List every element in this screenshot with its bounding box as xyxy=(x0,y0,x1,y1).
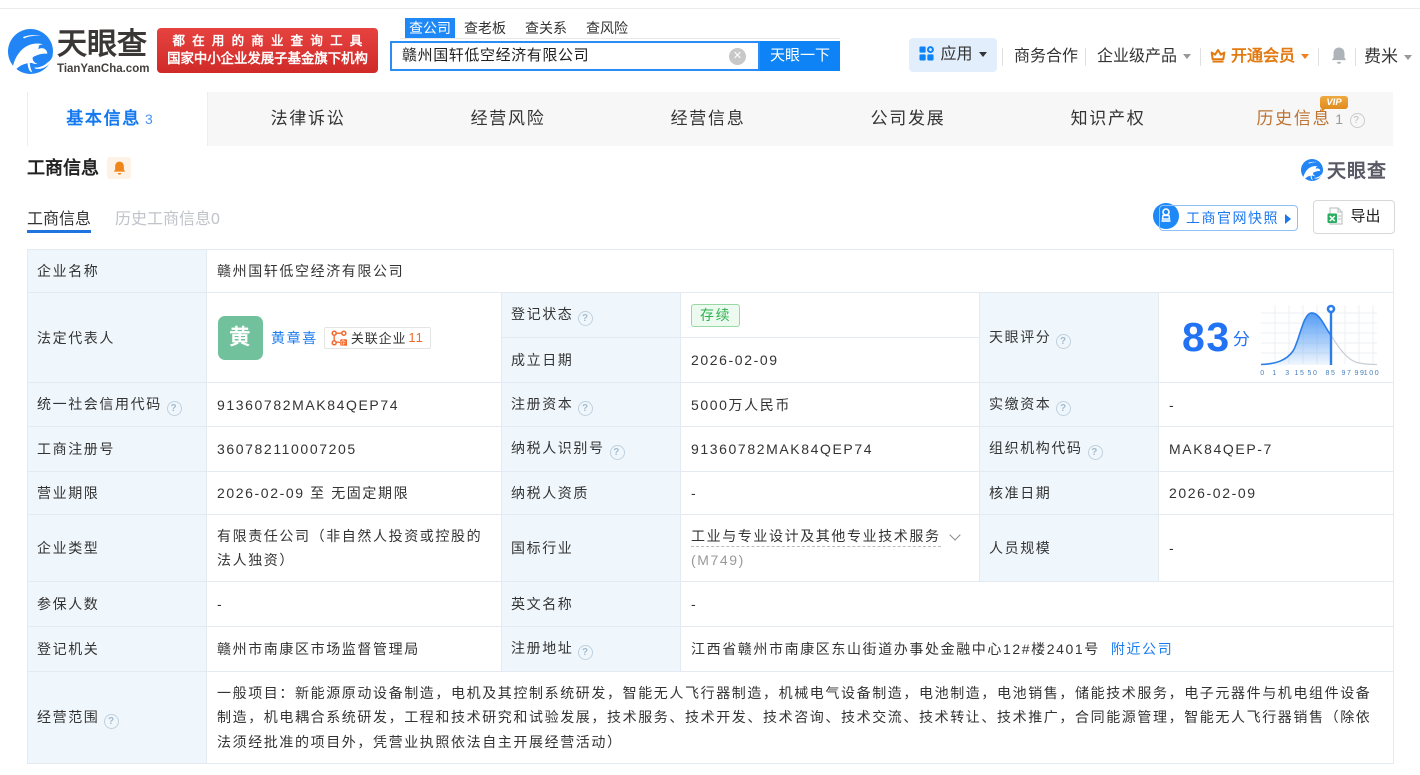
svg-text:3: 3 xyxy=(1285,370,1291,377)
svg-text:0: 0 xyxy=(1260,370,1266,377)
svg-text:100: 100 xyxy=(1364,370,1379,377)
svg-text:1: 1 xyxy=(1272,370,1278,377)
svg-text:企: 企 xyxy=(340,338,347,345)
svg-text:15: 15 xyxy=(1294,370,1305,377)
svg-text:50: 50 xyxy=(1307,370,1318,377)
svg-text:85: 85 xyxy=(1325,370,1336,377)
svg-text:97: 97 xyxy=(1341,370,1352,377)
